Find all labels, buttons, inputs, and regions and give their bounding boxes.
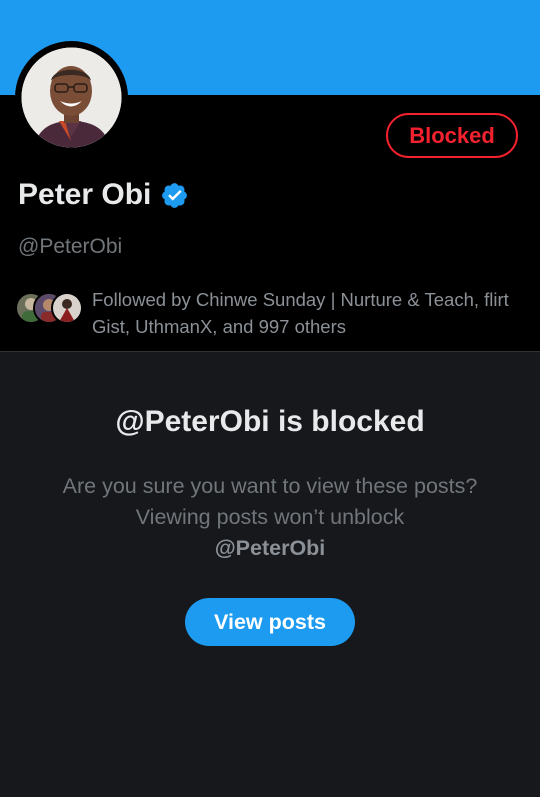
blocked-notice-text: Are you sure you want to view these post… <box>62 474 478 529</box>
blocked-notice-handle: @PeterObi <box>214 536 326 560</box>
view-posts-button[interactable]: View posts <box>185 598 355 646</box>
profile-avatar[interactable] <box>15 41 128 154</box>
blocked-notice-title: @PeterObi is blocked <box>115 405 425 438</box>
verified-badge-icon[interactable] <box>160 181 189 210</box>
name-row: Peter Obi <box>18 178 189 212</box>
blocked-button[interactable]: Blocked <box>386 113 518 158</box>
follower-avatars <box>15 286 85 324</box>
profile-display-name: Peter Obi <box>18 178 152 211</box>
profile-handle: @PeterObi <box>18 235 123 258</box>
followers-you-know[interactable]: Followed by Chinwe Sunday | Nurture & Te… <box>15 286 532 340</box>
blocked-notice-message: Are you sure you want to view these post… <box>60 471 480 564</box>
followed-by-text[interactable]: Followed by Chinwe Sunday | Nurture & Te… <box>92 286 532 340</box>
follower-avatar <box>51 292 83 324</box>
